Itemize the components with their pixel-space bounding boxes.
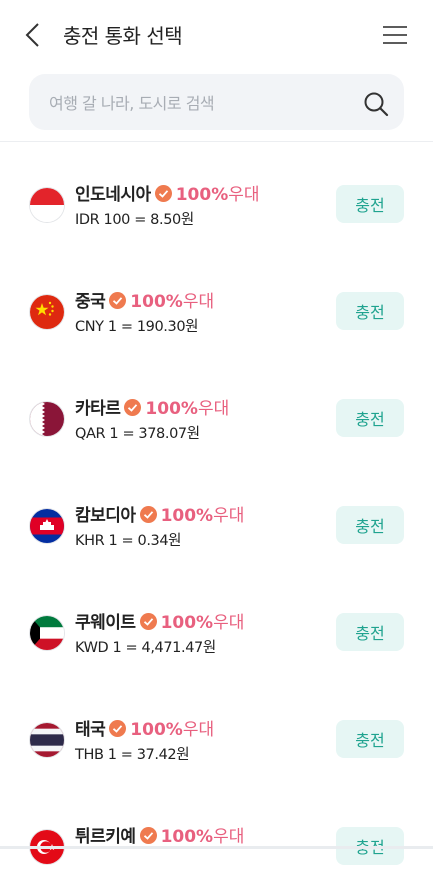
exchange-rate: QAR 1 = 378.07원	[75, 426, 200, 442]
exchange-rate: THB 1 = 37.42원	[75, 747, 190, 763]
country-name: 쿠웨이트	[75, 613, 136, 633]
benefit-label: 우대	[197, 399, 230, 419]
charge-button[interactable]: 충전	[336, 399, 404, 437]
back-arrow-icon[interactable]	[22, 22, 44, 48]
charge-button[interactable]: 충전	[336, 506, 404, 544]
benefit-badge-icon	[109, 720, 127, 737]
benefit-label: 우대	[213, 613, 245, 633]
cambodia-flag-icon	[30, 509, 64, 543]
country-name: 태국	[75, 720, 106, 740]
currency-name-line: 카타르 100%우대	[75, 394, 229, 419]
list-item[interactable]: 인도네시아 100%우대 IDR 100 = 8.50원 충전	[0, 142, 433, 249]
benefit-label: 우대	[213, 827, 245, 847]
benefit-label: 우대	[228, 185, 260, 205]
thailand-flag-icon	[30, 723, 64, 757]
hamburger-menu-icon[interactable]	[382, 24, 408, 46]
list-item[interactable]: 태국 100%우대 THB 1 = 37.42원 충전	[0, 677, 433, 784]
benefit-badge-icon	[139, 506, 157, 523]
country-name: 중국	[75, 292, 106, 312]
benefit-label: 우대	[213, 506, 245, 526]
china-flag-icon	[30, 295, 64, 329]
charge-button[interactable]: 충전	[336, 720, 404, 758]
exchange-rate: IDR 100 = 8.50원	[75, 212, 194, 228]
list-item[interactable]: 카타르 100%우대 QAR 1 = 378.07원 충전	[0, 356, 433, 463]
exchange-rate: CNY 1 = 190.30원	[75, 319, 199, 335]
benefit-badge-icon	[124, 399, 142, 416]
benefit-badge-icon	[109, 292, 127, 309]
currency-name-line: 튀르키예 100%우대	[75, 822, 244, 847]
country-name: 인도네시아	[75, 185, 151, 205]
currency-name-line: 캄보디아 100%우대	[75, 501, 244, 526]
search-icon[interactable]	[363, 91, 389, 117]
benefit-badge-icon	[139, 827, 157, 844]
currency-name-line: 중국 100%우대	[75, 287, 214, 312]
benefit-percent: 100%	[160, 506, 214, 526]
search-bar	[29, 74, 404, 132]
indonesia-flag-icon	[30, 188, 64, 222]
benefit-badge-icon	[139, 613, 157, 630]
benefit-percent: 100%	[145, 399, 198, 419]
currency-name-line: 태국 100%우대	[75, 715, 214, 740]
exchange-rate: KHR 1 = 0.34원	[75, 533, 182, 549]
country-name: 튀르키예	[75, 827, 136, 847]
benefit-badge-icon	[154, 185, 172, 202]
kuwait-flag-icon	[30, 616, 64, 650]
list-item[interactable]: 쿠웨이트 100%우대 KWD 1 = 4,471.47원 충전	[0, 570, 433, 677]
country-name: 카타르	[75, 399, 121, 419]
benefit-percent: 100%	[175, 185, 229, 205]
benefit-percent: 100%	[130, 292, 183, 312]
benefit-percent: 100%	[160, 613, 214, 633]
list-item[interactable]: 튀르키예100%우대 충전	[0, 784, 433, 891]
charge-button[interactable]: 충전	[336, 185, 404, 223]
charge-button[interactable]: 충전	[336, 613, 404, 651]
exchange-rate: KWD 1 = 4,471.47원	[75, 640, 216, 656]
charge-button[interactable]: 충전	[336, 292, 404, 330]
list-item[interactable]: 캄보디아 100%우대 KHR 1 = 0.34원 충전	[0, 463, 433, 570]
header: 충전 통화 선택	[0, 0, 433, 68]
benefit-label: 우대	[182, 720, 215, 740]
country-name: 캄보디아	[75, 506, 136, 526]
benefit-percent: 100%	[130, 720, 183, 740]
currency-name-line: 인도네시아 100%우대	[75, 180, 260, 205]
search-input[interactable]	[47, 74, 351, 132]
benefit-percent: 100%	[160, 827, 214, 847]
list-item[interactable]: 중국 100%우대 CNY 1 = 190.30원 충전	[0, 249, 433, 356]
currency-name-line: 쿠웨이트 100%우대	[75, 608, 244, 633]
benefit-label: 우대	[182, 292, 215, 312]
qatar-flag-icon	[30, 402, 64, 436]
page-title: 충전 통화 선택	[63, 24, 183, 48]
